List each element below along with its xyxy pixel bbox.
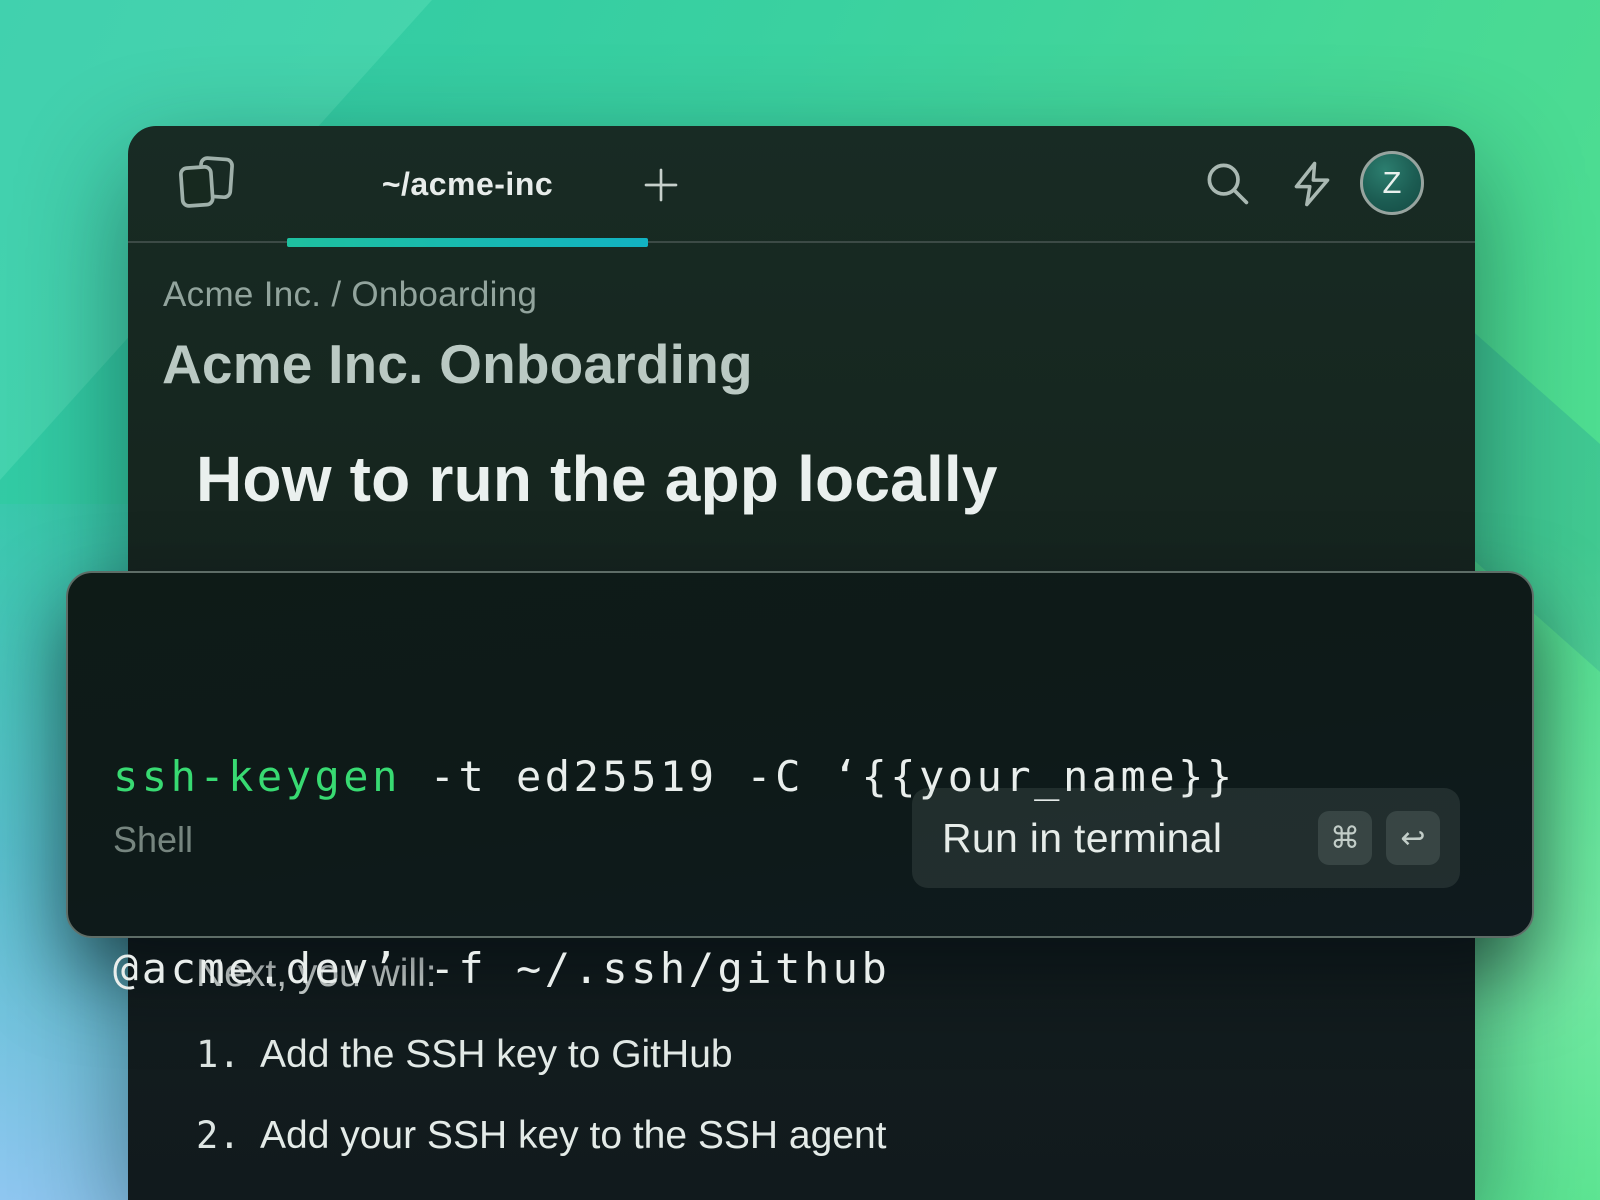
breadcrumb-current[interactable]: Onboarding (351, 275, 537, 314)
library-icon[interactable] (174, 152, 240, 214)
code-text: @acme.dev’ -f ~/.ssh/github (113, 944, 891, 993)
code-command: ssh-keygen (113, 752, 401, 801)
quick-actions-icon[interactable] (1286, 158, 1338, 210)
language-label: Shell (113, 819, 194, 860)
tab-acme-inc[interactable]: ~/acme-inc (287, 126, 648, 243)
run-in-terminal-button[interactable]: Run in terminal ⌘ ↩ (912, 788, 1460, 888)
tab-title: ~/acme-inc (381, 166, 554, 202)
breadcrumb: Acme Inc. / Onboarding (163, 275, 537, 315)
active-tab-indicator (287, 238, 648, 247)
return-key-icon: ↩ (1386, 811, 1440, 865)
page-heading: How to run the app locally (196, 443, 998, 515)
avatar-initial: Z (1382, 165, 1402, 200)
new-tab-button[interactable] (640, 164, 682, 206)
breadcrumb-separator: / (331, 275, 342, 314)
document-title: Acme Inc. Onboarding (162, 333, 753, 395)
code-line: @acme.dev’ -f ~/.ssh/github (113, 937, 1236, 1001)
search-icon[interactable] (1202, 158, 1254, 210)
command-key-icon: ⌘ (1318, 811, 1372, 865)
run-button-label: Run in terminal (942, 814, 1223, 861)
avatar[interactable]: Z (1360, 151, 1424, 215)
breadcrumb-parent[interactable]: Acme Inc. (163, 275, 321, 314)
code-snippet-card: ssh-keygen -t ed25519 -C ‘{{your_name}} … (66, 571, 1534, 993)
window-header: ~/acme-inc Z (128, 126, 1475, 247)
